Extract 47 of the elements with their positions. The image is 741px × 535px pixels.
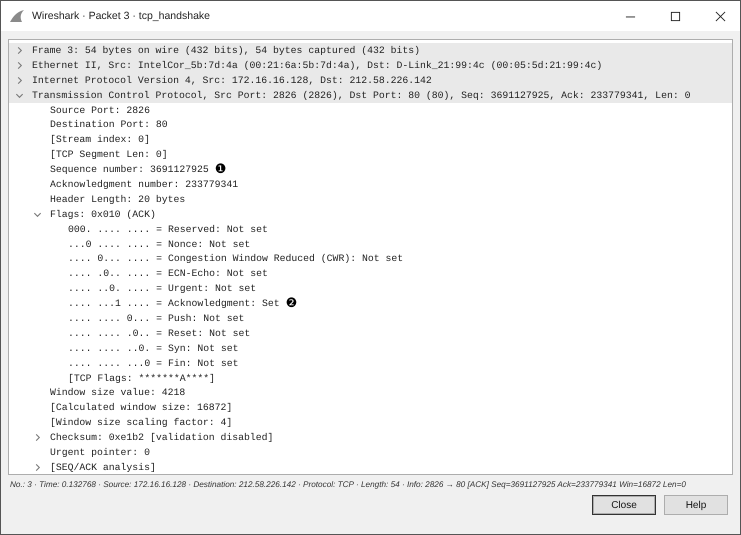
shark-fin-icon: [9, 9, 25, 23]
tree-item-label: Ethernet II, Src: IntelCor_5b:7d:4a (00:21:6a:5b:7d:4a), Dst: D-Link_21:99:4c (00:05:5d:21:99:4c): [32, 60, 602, 71]
tree-item-label: .... 0... .... = Congestion Window Reduced (CWR): Not set: [68, 253, 404, 264]
maximize-icon[interactable]: [670, 10, 681, 22]
tree-item-label: Source Port: 2826: [50, 104, 150, 116]
tree-item-label: Sequence number: 3691127925: [50, 164, 209, 176]
chevron-right-icon[interactable]: [15, 76, 24, 85]
tree-item-label: .... .... .0.. = Reset: Not set: [68, 328, 250, 339]
tree-item-label: [Calculated window size: 16872]: [50, 402, 232, 414]
chevron-right-icon[interactable]: [33, 462, 42, 472]
tree-item-label: Checksum: 0xe1b2 [validation disabled]: [50, 432, 274, 444]
tree-row[interactable]: Ethernet II, Src: IntelCor_5b:7d:4a (00:21:6a:5b:7d:4a), Dst: D-Link_21:99:4c (00:05:5d:21:99:4c): [9, 58, 732, 73]
tree-item-label: .... .... ..0. = Syn: Not set: [68, 342, 238, 354]
tree-item-label: [Stream index: 0]: [50, 134, 150, 146]
tree-item-label: Internet Protocol Version 4, Src: 172.16.16.128, Dst: 212.58.226.142: [32, 74, 432, 86]
tree-item-label: .... .... 0... = Push: Not set: [68, 312, 244, 324]
tree-row[interactable]: Frame 3: 54 bytes on wire (432 bits), 54 bytes captured (432 bits): [9, 43, 732, 58]
tree-item-label: .... ..0. .... = Urgent: Not set: [68, 283, 256, 294]
tree-item-label: Destination Port: 80: [50, 119, 168, 130]
tree-item-label: Frame 3: 54 bytes on wire (432 bits), 54 bytes captured (432 bits): [32, 44, 420, 56]
dialog-button[interactable]: Close: [592, 495, 656, 515]
tree-item-label: Header Length: 20 bytes: [50, 194, 186, 205]
callout-marker: ❶: [214, 162, 226, 178]
packet-summary: No.: 3 · Time: 0.132768 · Source: 172.16.16.128 · Destination: 212.58.226.142 · Protocol: TCP · Length: 54 · Info: 2826 → 80 [ACK] Seq=3691127925 Ack=233779341 Win=16872 Len=0: [9, 479, 687, 489]
tree-item-label: [TCP Flags: *******A****]: [68, 372, 215, 384]
callout-marker: ❷: [286, 296, 298, 312]
tree-item-label: .... ...1 .... = Acknowledgment: Set: [68, 298, 280, 310]
tree-item-label: 000. .... .... = Reserved: Not set: [68, 224, 268, 235]
dialog-button[interactable]: Help: [664, 495, 728, 515]
tree-item-label: [SEQ/ACK analysis]: [50, 462, 156, 473]
tree-item-label: .... .0.. .... = ECN-Echo: Not set: [68, 268, 268, 280]
chevron-right-icon[interactable]: [15, 60, 24, 70]
tree-row[interactable]: Internet Protocol Version 4, Src: 172.16.16.128, Dst: 212.58.226.142: [9, 72, 732, 88]
chevron-right-icon[interactable]: [33, 433, 42, 442]
tree-item-label: Acknowledgment number: 233779341: [50, 178, 238, 190]
window-title: Wireshark · Packet 3 · tcp_handshake: [32, 10, 210, 22]
tree-item-label: Window size value: 4218: [50, 387, 186, 398]
tree-row[interactable]: Transmission Control Protocol, Src Port: 2826 (2826), Dst Port: 80 (80), Seq: 3691127925, Ack: 233779341, Len: 0: [9, 88, 732, 103]
tree-item-label: [TCP Segment Len: 0]: [50, 149, 168, 160]
close-icon[interactable]: [715, 10, 726, 22]
tree-item-label: Transmission Control Protocol, Src Port: 2826 (2826), Dst Port: 80 (80), Seq: 3691127925, Ack: 233779341, Len: 0: [32, 90, 690, 101]
tree-item-label: [Window size scaling factor: 4]: [50, 417, 232, 428]
tree-item-label: Urgent pointer: 0: [50, 446, 150, 458]
tree-item-label: .... .... ...0 = Fin: Not set: [68, 358, 238, 369]
chevron-right-icon[interactable]: [15, 46, 24, 55]
tree-item-label: ...0 .... .... = Nonce: Not set: [68, 238, 250, 250]
tree-item-label: Flags: 0x010 (ACK): [50, 208, 156, 220]
